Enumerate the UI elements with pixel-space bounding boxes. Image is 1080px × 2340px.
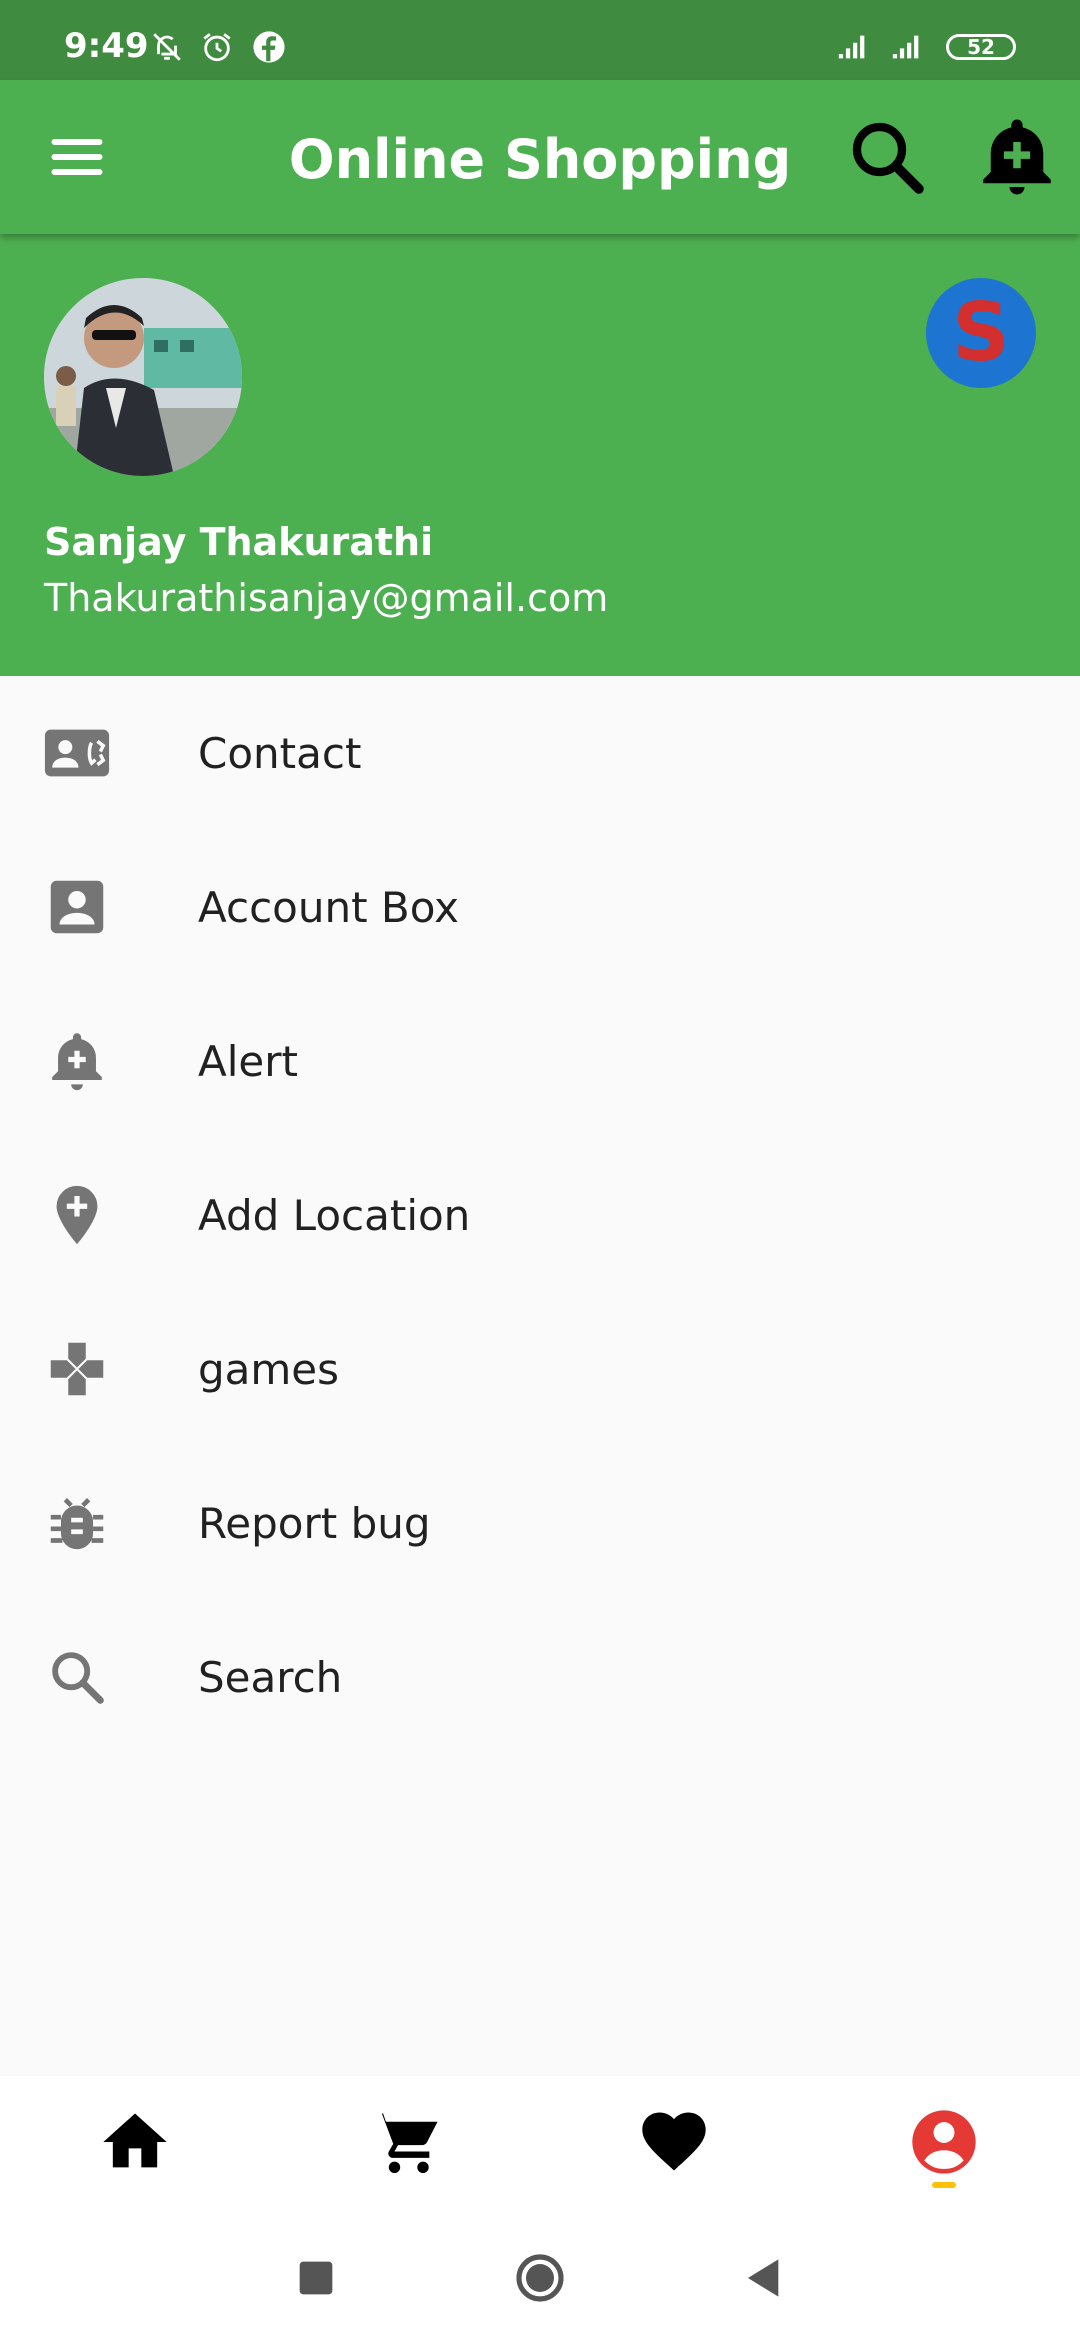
recents-icon[interactable] (288, 2250, 344, 2306)
account-box-icon (50, 880, 104, 934)
drawer-list: Contact Account Box Alert Add Location g… (0, 676, 1080, 1754)
drawer-item-label: Add Location (198, 1190, 471, 1240)
favorite-icon[interactable] (636, 2104, 712, 2180)
drawer-item-label: Contact (198, 728, 362, 778)
drawer-item-alert[interactable]: Alert (0, 984, 1080, 1138)
drawer-item-add-location[interactable]: Add Location (0, 1138, 1080, 1292)
account-email: Thakurathisanjay@gmail.com (44, 576, 609, 620)
bug-report-icon (50, 1498, 104, 1550)
drawer-item-games[interactable]: games (0, 1292, 1080, 1446)
drawer-item-label: Report bug (198, 1498, 431, 1548)
account-circle-icon[interactable] (906, 2104, 982, 2180)
search-icon (52, 1652, 104, 1704)
drawer-item-label: Search (198, 1652, 343, 1702)
contact-phone-icon (44, 729, 110, 777)
battery-icon: 52 (946, 34, 1016, 60)
signal-icon (892, 35, 919, 59)
games-icon (50, 1342, 104, 1396)
avatar[interactable] (44, 278, 242, 476)
bottom-navigation (0, 2076, 1080, 2211)
add-alert-icon (52, 1033, 102, 1091)
system-navigation-bar (0, 2210, 1080, 2340)
drawer-item-label: Account Box (198, 882, 460, 932)
alarm-icon (203, 33, 231, 62)
signal-icon (838, 35, 865, 59)
drawer-header: S Sanjay Thakurathi Thakurathisanjay@gma… (0, 234, 1080, 676)
home-circle-icon[interactable] (512, 2250, 568, 2306)
drawer-item-search[interactable]: Search (0, 1600, 1080, 1754)
status-time: 9:49 (64, 26, 149, 66)
account-name: Sanjay Thakurathi (44, 520, 434, 564)
search-icon[interactable] (842, 112, 932, 202)
notifications-off-icon (153, 33, 181, 61)
back-icon[interactable] (734, 2250, 790, 2306)
facebook-icon (253, 31, 285, 63)
drawer-item-contact[interactable]: Contact (0, 676, 1080, 830)
drawer-item-account-box[interactable]: Account Box (0, 830, 1080, 984)
add-location-icon (56, 1185, 98, 1245)
drawer-item-label: Alert (198, 1036, 298, 1086)
add-alert-icon[interactable] (972, 112, 1062, 202)
account-switch-avatar[interactable]: S (926, 278, 1036, 388)
selected-tab-indicator (932, 2182, 956, 2188)
app-bar: Online Shopping (0, 80, 1080, 234)
drawer-item-label: games (198, 1344, 340, 1394)
drawer-item-report-bug[interactable]: Report bug (0, 1446, 1080, 1600)
home-icon[interactable] (97, 2104, 173, 2180)
status-bar: 9:49 52 (0, 0, 1080, 80)
cart-icon[interactable] (366, 2104, 442, 2180)
